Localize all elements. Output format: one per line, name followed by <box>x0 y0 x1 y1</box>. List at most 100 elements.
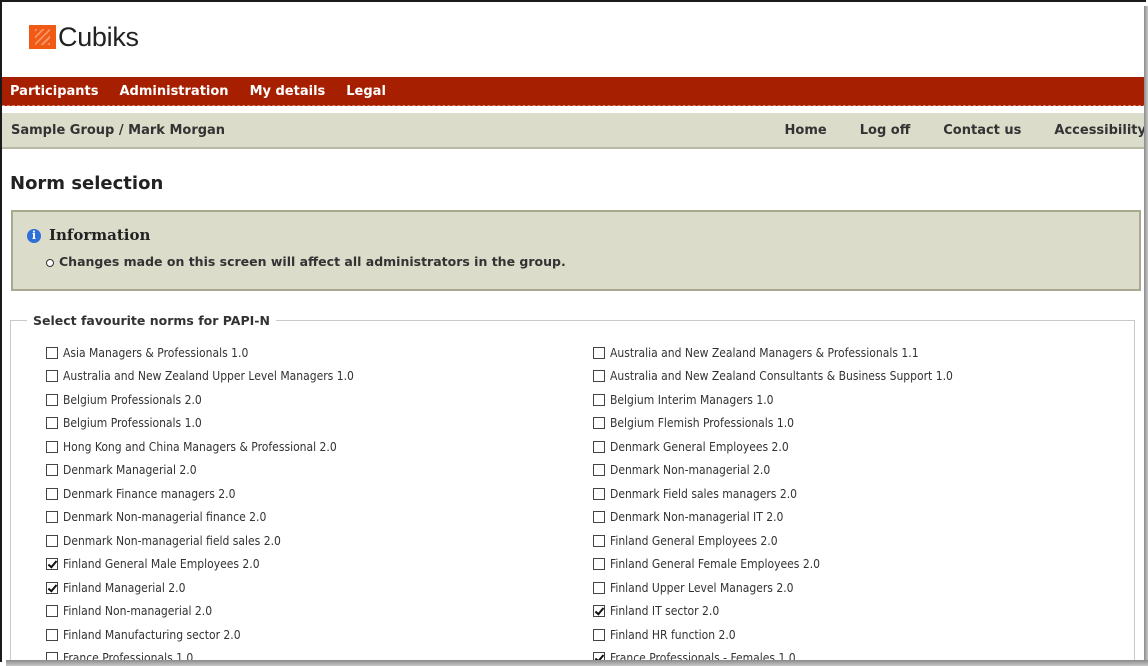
utility-links: Home Log off Contact us Accessibility <box>752 123 1146 138</box>
norm-label[interactable]: Belgium Flemish Professionals 1.0 <box>610 416 794 430</box>
norm-checkbox[interactable] <box>593 417 605 430</box>
norm-checkbox[interactable] <box>593 605 605 618</box>
norm-option[interactable]: Finland IT sector 2.0 <box>593 600 953 624</box>
nav-legal[interactable]: Legal <box>346 84 386 99</box>
norm-label[interactable]: Hong Kong and China Managers & Professio… <box>63 440 337 454</box>
norm-checkbox[interactable] <box>593 487 605 500</box>
nav-administration[interactable]: Administration <box>119 84 228 99</box>
information-title: Information <box>49 226 151 244</box>
norm-label[interactable]: Finland General Employees 2.0 <box>610 534 778 548</box>
norm-option[interactable]: Denmark Non-managerial IT 2.0 <box>593 506 953 530</box>
window-shadow-right <box>1144 6 1148 666</box>
norm-option[interactable]: Finland Manufacturing sector 2.0 <box>46 623 354 647</box>
secondary-nav: Sample Group / Mark Morgan Home Log off … <box>2 113 1146 149</box>
norm-option[interactable]: Finland Managerial 2.0 <box>46 576 354 600</box>
norm-checkbox[interactable] <box>46 534 58 547</box>
norm-checkbox[interactable] <box>46 417 58 430</box>
norm-option[interactable]: Finland General Employees 2.0 <box>593 529 953 553</box>
norm-option[interactable]: Denmark Non-managerial finance 2.0 <box>46 506 354 530</box>
norm-option[interactable]: Finland General Female Employees 2.0 <box>593 553 953 577</box>
norm-option[interactable]: Denmark General Employees 2.0 <box>593 435 953 459</box>
norm-checkbox[interactable] <box>593 581 605 594</box>
norm-checkbox[interactable] <box>593 558 605 571</box>
norm-label[interactable]: Denmark Field sales managers 2.0 <box>610 487 797 501</box>
contact-us-link[interactable]: Contact us <box>943 123 1021 138</box>
norm-checkbox[interactable] <box>46 346 58 359</box>
primary-nav: Participants Administration My details L… <box>2 77 1146 106</box>
norm-checkbox[interactable] <box>593 511 605 524</box>
home-link[interactable]: Home <box>785 123 827 138</box>
norm-label[interactable]: Finland Managerial 2.0 <box>63 581 185 595</box>
norm-label[interactable]: Finland General Female Employees 2.0 <box>610 557 820 571</box>
norm-label[interactable]: Denmark Managerial 2.0 <box>63 463 197 477</box>
norm-option[interactable]: Australia and New Zealand Consultants & … <box>593 365 953 389</box>
norm-label[interactable]: Australia and New Zealand Upper Level Ma… <box>63 369 354 383</box>
norm-checkbox[interactable] <box>46 628 58 641</box>
norm-checkbox[interactable] <box>593 534 605 547</box>
norm-label[interactable]: Belgium Interim Managers 1.0 <box>610 393 774 407</box>
norm-label[interactable]: Denmark General Employees 2.0 <box>610 440 789 454</box>
norm-option[interactable]: Belgium Interim Managers 1.0 <box>593 388 953 412</box>
norm-option[interactable]: Belgium Professionals 1.0 <box>46 412 354 436</box>
norm-checkbox[interactable] <box>46 605 58 618</box>
norm-option[interactable]: Australia and New Zealand Managers & Pro… <box>593 341 953 365</box>
norm-checkbox[interactable] <box>593 370 605 383</box>
nav-my-details[interactable]: My details <box>250 84 326 99</box>
norm-label[interactable]: Denmark Finance managers 2.0 <box>63 487 235 501</box>
norm-option[interactable]: Belgium Flemish Professionals 1.0 <box>593 412 953 436</box>
norm-option[interactable]: Denmark Non-managerial field sales 2.0 <box>46 529 354 553</box>
norm-label[interactable]: Finland Upper Level Managers 2.0 <box>610 581 794 595</box>
log-off-link[interactable]: Log off <box>860 123 911 138</box>
norm-label[interactable]: Finland Manufacturing sector 2.0 <box>63 628 241 642</box>
norm-option[interactable]: Denmark Finance managers 2.0 <box>46 482 354 506</box>
norm-label[interactable]: Denmark Non-managerial 2.0 <box>610 463 770 477</box>
logo-text: Cubiks <box>58 21 139 52</box>
norm-checkbox[interactable] <box>46 487 58 500</box>
norm-option[interactable]: Denmark Managerial 2.0 <box>46 459 354 483</box>
norm-option[interactable]: Belgium Professionals 2.0 <box>46 388 354 412</box>
nav-participants[interactable]: Participants <box>10 84 98 99</box>
norm-label[interactable]: Australia and New Zealand Consultants & … <box>610 369 953 383</box>
norm-checkbox[interactable] <box>46 558 58 571</box>
norm-checkbox[interactable] <box>593 440 605 453</box>
norm-option[interactable]: Australia and New Zealand Upper Level Ma… <box>46 365 354 389</box>
norm-checkbox[interactable] <box>46 440 58 453</box>
norm-label[interactable]: Denmark Non-managerial IT 2.0 <box>610 510 783 524</box>
norm-label[interactable]: Finland IT sector 2.0 <box>610 604 719 618</box>
norm-label[interactable]: Finland Non-managerial 2.0 <box>63 604 212 618</box>
norm-label[interactable]: Finland HR function 2.0 <box>610 628 736 642</box>
breadcrumb: Sample Group / Mark Morgan <box>11 122 226 138</box>
norm-checkbox[interactable] <box>593 464 605 477</box>
norm-checkbox[interactable] <box>593 393 605 406</box>
norm-label[interactable]: Australia and New Zealand Managers & Pro… <box>610 346 919 360</box>
browser-frame: Cubiks Participants Administration My de… <box>0 0 1146 662</box>
norm-option[interactable]: Asia Managers & Professionals 1.0 <box>46 341 354 365</box>
norm-checkbox[interactable] <box>46 370 58 383</box>
norm-checkbox[interactable] <box>593 628 605 641</box>
norm-checkbox[interactable] <box>46 464 58 477</box>
norm-option[interactable]: Denmark Non-managerial 2.0 <box>593 459 953 483</box>
norm-label[interactable]: Asia Managers & Professionals 1.0 <box>63 346 248 360</box>
norm-label[interactable]: Finland General Male Employees 2.0 <box>63 557 260 571</box>
norm-label[interactable]: Belgium Professionals 1.0 <box>63 416 202 430</box>
information-message: Changes made on this screen will affect … <box>59 254 566 269</box>
page-title: Norm selection <box>10 173 164 194</box>
norm-label[interactable]: Belgium Professionals 2.0 <box>63 393 202 407</box>
accessibility-link[interactable]: Accessibility <box>1054 123 1146 138</box>
norm-label[interactable]: Denmark Non-managerial field sales 2.0 <box>63 534 281 548</box>
norm-option[interactable]: Hong Kong and China Managers & Professio… <box>46 435 354 459</box>
norm-option[interactable]: Finland HR function 2.0 <box>593 623 953 647</box>
norm-label[interactable]: Denmark Non-managerial finance 2.0 <box>63 510 266 524</box>
norm-checkbox[interactable] <box>46 393 58 406</box>
norm-option[interactable]: Denmark Field sales managers 2.0 <box>593 482 953 506</box>
norm-option[interactable]: Finland General Male Employees 2.0 <box>46 553 354 577</box>
norm-checkbox[interactable] <box>46 581 58 594</box>
norm-option[interactable]: Finland Upper Level Managers 2.0 <box>593 576 953 600</box>
info-icon: i <box>27 229 41 243</box>
norm-option[interactable]: Finland Non-managerial 2.0 <box>46 600 354 624</box>
norm-checkbox[interactable] <box>46 511 58 524</box>
cubiks-logo: Cubiks <box>29 22 139 52</box>
norms-column-left: Asia Managers & Professionals 1.0 Austral… <box>46 341 354 662</box>
cubiks-logo-icon <box>29 25 56 49</box>
norm-checkbox[interactable] <box>593 346 605 359</box>
